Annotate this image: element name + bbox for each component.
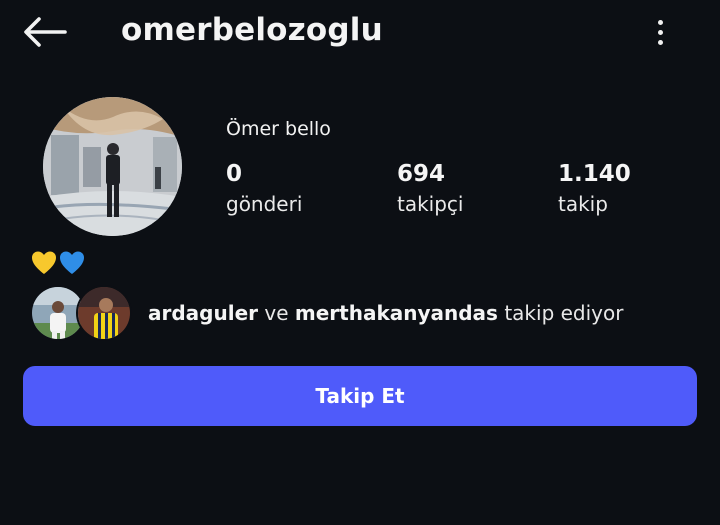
followed-by-suffix: takip ediyor bbox=[504, 301, 624, 325]
blue-heart-icon bbox=[60, 251, 84, 274]
profile-username: omerbelozoglu bbox=[121, 12, 383, 48]
profile-avatar[interactable] bbox=[43, 97, 182, 236]
mutual-user-1[interactable]: ardaguler bbox=[148, 301, 258, 325]
more-options-button[interactable] bbox=[646, 14, 674, 50]
mutual-user-2[interactable]: merthakanyandas bbox=[295, 301, 498, 325]
followed-by-connector: ve bbox=[264, 301, 289, 325]
stat-following-label: takip bbox=[558, 192, 608, 216]
stat-posts-label: gönderi bbox=[226, 192, 303, 216]
stat-posts[interactable]: 0 gönderi bbox=[226, 160, 302, 220]
avatar-merthakanyandas bbox=[76, 285, 132, 341]
back-button[interactable] bbox=[22, 14, 68, 50]
stat-followers-value: 694 bbox=[397, 161, 446, 187]
profile-photo bbox=[43, 97, 182, 236]
follow-button[interactable]: Takip Et bbox=[23, 366, 697, 426]
stat-followers[interactable]: 694 takipçi bbox=[397, 160, 463, 220]
yellow-heart-icon bbox=[32, 251, 56, 274]
stat-following-value: 1.140 bbox=[558, 161, 631, 187]
stat-following[interactable]: 1.140 takip bbox=[558, 160, 631, 220]
profile-bio bbox=[30, 249, 86, 277]
stat-followers-label: takipçi bbox=[397, 192, 464, 216]
top-bar: omerbelozoglu bbox=[0, 0, 720, 64]
stat-posts-value: 0 bbox=[226, 161, 243, 187]
followed-by-text: ardaguler ve merthakanyandas takip ediyo… bbox=[148, 301, 623, 325]
display-name: Ömer bello bbox=[226, 118, 331, 140]
arrow-left-icon bbox=[24, 17, 67, 47]
mutual-avatars bbox=[30, 284, 134, 342]
more-vertical-icon bbox=[657, 19, 663, 25]
followed-by-row[interactable]: ardaguler ve merthakanyandas takip ediyo… bbox=[30, 284, 690, 342]
